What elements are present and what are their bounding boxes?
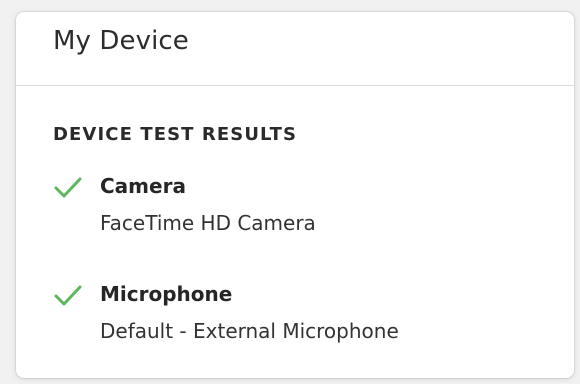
result-name: Camera — [100, 174, 186, 198]
check-icon — [54, 285, 82, 306]
panel-header: My Device — [16, 12, 574, 86]
device-panel: My Device DEVICE TEST RESULTS Camera Fac… — [16, 12, 574, 378]
check-icon — [54, 177, 82, 198]
result-name: Microphone — [100, 282, 233, 306]
result-detail: FaceTime HD Camera — [100, 211, 316, 235]
result-item-microphone: Microphone Default - External Microphone — [53, 281, 574, 344]
result-detail: Default - External Microphone — [100, 319, 399, 343]
panel-title: My Device — [53, 26, 189, 56]
test-results-heading: DEVICE TEST RESULTS — [53, 124, 298, 145]
result-item-camera: Camera FaceTime HD Camera — [53, 173, 574, 236]
panel-body: DEVICE TEST RESULTS Camera FaceTime HD C… — [16, 124, 574, 344]
